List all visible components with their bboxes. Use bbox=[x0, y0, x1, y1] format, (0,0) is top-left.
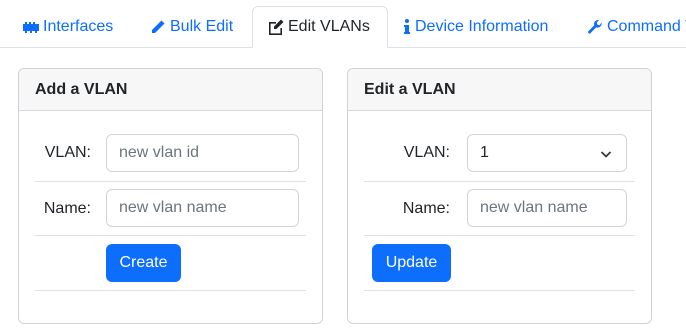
info-icon bbox=[402, 18, 412, 36]
network-icon bbox=[22, 18, 40, 36]
pencil-icon bbox=[149, 18, 167, 36]
tab-device-information-label: Device Information bbox=[415, 17, 549, 35]
edit-vlan-actions-row: Update bbox=[364, 235, 635, 291]
add-vlan-card: Add a VLAN VLAN: new vlan id Name: new v… bbox=[18, 68, 323, 324]
edit-vlan-select[interactable]: 1 bbox=[467, 134, 627, 172]
add-vlan-name-label: Name: bbox=[43, 200, 91, 217]
edit-vlan-id-label: VLAN: bbox=[403, 144, 450, 161]
create-button[interactable]: Create bbox=[106, 244, 181, 282]
edit-vlan-name-placeholder: new vlan name bbox=[480, 199, 588, 216]
add-vlan-id-input[interactable]: new vlan id bbox=[106, 134, 299, 172]
add-vlan-name-placeholder: new vlan name bbox=[119, 199, 227, 216]
tab-bulk-edit[interactable]: Bulk Edit bbox=[149, 6, 233, 47]
edit-vlan-id-row: VLAN: 1 bbox=[364, 124, 635, 182]
edit-vlan-name-label: Name: bbox=[402, 200, 450, 217]
tab-interfaces[interactable]: Interfaces bbox=[22, 6, 113, 47]
wrench-icon bbox=[586, 18, 604, 36]
tab-bar: Interfaces Bulk Edit Edit VLANs Device I… bbox=[0, 0, 686, 48]
edit-vlan-name-row: Name: new vlan name bbox=[364, 180, 635, 236]
add-vlan-card-title: Add a VLAN bbox=[19, 69, 322, 111]
edit-vlan-name-input[interactable]: new vlan name bbox=[467, 189, 627, 227]
tab-interfaces-label: Interfaces bbox=[43, 17, 114, 35]
chevron-down-icon bbox=[600, 147, 612, 165]
tab-command-t-label: Command T bbox=[607, 17, 686, 35]
tab-command-t[interactable]: Command T bbox=[586, 6, 686, 47]
update-button[interactable]: Update bbox=[372, 244, 451, 282]
add-vlan-id-placeholder: new vlan id bbox=[119, 144, 200, 161]
add-vlan-actions-row: Create bbox=[35, 235, 306, 291]
add-vlan-name-input[interactable]: new vlan name bbox=[106, 189, 299, 227]
tab-bulk-edit-label: Bulk Edit bbox=[170, 17, 234, 35]
edit-square-icon bbox=[267, 18, 285, 36]
tab-edit-vlans[interactable]: Edit VLANs bbox=[252, 6, 388, 48]
add-vlan-name-row: Name: new vlan name bbox=[35, 180, 306, 236]
edit-vlan-card: Edit a VLAN VLAN: 1 Name: new vlan name … bbox=[347, 68, 652, 324]
add-vlan-id-label: VLAN: bbox=[44, 144, 91, 161]
tab-device-information[interactable]: Device Information bbox=[402, 6, 548, 47]
add-vlan-id-row: VLAN: new vlan id bbox=[35, 124, 306, 182]
edit-vlan-card-title: Edit a VLAN bbox=[348, 69, 651, 111]
tab-edit-vlans-label: Edit VLANs bbox=[288, 18, 370, 35]
edit-vlan-select-value: 1 bbox=[480, 144, 489, 161]
